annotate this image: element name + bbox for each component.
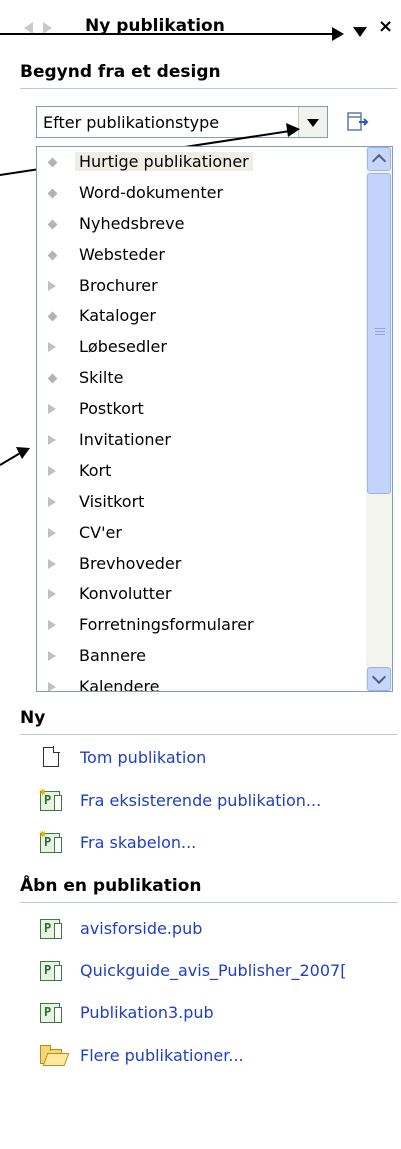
expand-arrow-icon	[48, 435, 56, 446]
list-item-label: Kort	[79, 460, 112, 480]
list-item[interactable]: Kort	[37, 456, 367, 487]
bullet-dot-icon	[47, 219, 58, 230]
list-item-label: CV'er	[79, 522, 122, 542]
scroll-down-button[interactable]	[367, 667, 391, 691]
bullet-dot-icon	[47, 312, 58, 322]
task-link-label: Flere publikationer...	[80, 1046, 244, 1065]
close-icon[interactable]: ×	[378, 16, 393, 37]
task-link-label: Quickguide_avis_Publisher_2007[	[80, 961, 347, 980]
scroll-thumb[interactable]	[367, 173, 391, 494]
expand-arrow-icon	[48, 651, 56, 662]
list-items: Hurtige publikationer Word-dokumenter Nyhe…	[37, 147, 367, 692]
list-item-label: Konvolutter	[79, 584, 172, 604]
expand-arrow-icon	[48, 589, 56, 600]
bullet-dot-icon	[47, 373, 58, 384]
list-item[interactable]: Visitkort	[37, 487, 367, 518]
grip-line	[375, 328, 385, 329]
list-item-label: Postkort	[79, 399, 144, 419]
list-item[interactable]: Websteder	[37, 240, 367, 271]
publisher-file-icon: P	[40, 960, 62, 982]
chevron-down-icon	[371, 669, 387, 685]
list-item[interactable]: Brochurer	[37, 271, 367, 302]
expand-arrow-icon	[48, 280, 56, 291]
section-divider	[20, 734, 397, 735]
bullet-dot-icon	[47, 188, 58, 199]
list-item-label: Word-dokumenter	[79, 182, 224, 202]
publication-new-icon: P ✷	[38, 786, 62, 812]
list-item-label: Invitationer	[79, 430, 171, 450]
expand-arrow-icon	[48, 558, 56, 569]
list-item-label: Hurtige publikationer	[75, 152, 253, 171]
expand-arrow-icon	[48, 465, 56, 476]
bullet-dot-icon	[47, 157, 58, 168]
list-item-label: Brevhoveder	[79, 553, 182, 573]
expand-arrow-icon	[48, 342, 56, 353]
list-item[interactable]: Kataloger	[37, 301, 367, 332]
list-item[interactable]: Invitationer	[37, 425, 367, 456]
list-item-label: Nyhedsbreve	[79, 213, 185, 233]
list-item-label: Kataloger	[79, 306, 156, 326]
task-link-label: Publikation3.pub	[80, 1003, 214, 1022]
new-publication-task-pane: Ny publikation × Begynd fra et design Ef…	[0, 0, 401, 1149]
list-item[interactable]: Løbesedler	[37, 332, 367, 363]
publisher-file-icon: P	[40, 918, 62, 940]
grip-line	[375, 334, 385, 335]
task-pane-titlebar: Ny publikation ×	[0, 14, 401, 42]
publication-type-list[interactable]: Hurtige publikationer Word-dokumenter Nyhe…	[36, 146, 393, 692]
annotation-arrowhead	[332, 27, 344, 41]
expand-arrow-icon	[48, 682, 56, 691]
list-item-label: Bannere	[79, 646, 146, 666]
expand-arrow-icon	[48, 620, 56, 631]
open-folder-icon	[40, 1045, 62, 1067]
list-item[interactable]: Kalendere	[37, 672, 367, 692]
task-link-label: avisforside.pub	[80, 919, 203, 938]
open-section-heading: Åbn en publikation	[20, 876, 202, 896]
annotation-arrow-line	[0, 33, 338, 35]
list-item-label: Løbesedler	[79, 337, 167, 357]
section-divider	[20, 88, 397, 89]
list-item[interactable]: Nyhedsbreve	[37, 209, 367, 240]
publication-new-icon: P ✷	[38, 828, 62, 854]
list-item-label: Brochurer	[79, 275, 158, 295]
vertical-scrollbar[interactable]	[366, 147, 392, 691]
list-item[interactable]: Bannere	[37, 641, 367, 672]
publisher-file-icon: P	[40, 1002, 62, 1024]
task-pane-menu-icon[interactable]	[353, 27, 367, 37]
design-section-heading: Begynd fra et design	[20, 62, 221, 82]
bullet-dot-icon	[47, 250, 58, 261]
chevron-up-icon	[371, 153, 387, 169]
task-link-label: Tom publikation	[80, 748, 207, 767]
list-item[interactable]: Word-dokumenter	[37, 178, 367, 209]
list-item-label: Kalendere	[79, 677, 160, 692]
scroll-up-button[interactable]	[367, 147, 391, 171]
list-item-label: Websteder	[79, 244, 165, 264]
list-item[interactable]: CV'er	[37, 518, 367, 549]
list-item-label: Skilte	[79, 368, 124, 388]
task-link-label: Fra eksisterende publikation...	[80, 791, 322, 810]
list-item-label: Visitkort	[79, 491, 145, 511]
blank-document-icon	[40, 746, 62, 769]
task-link-label: Fra skabelon...	[80, 833, 197, 852]
expand-arrow-icon	[48, 527, 56, 538]
list-item-label: Forretningsformularer	[79, 615, 254, 635]
list-item[interactable]: Hurtige publikationer	[37, 147, 367, 178]
expand-arrow-icon	[48, 404, 56, 415]
list-item[interactable]: Forretningsformularer	[37, 610, 367, 641]
list-item[interactable]: Brevhoveder	[37, 549, 367, 580]
pane-options-icon[interactable]	[345, 110, 371, 134]
section-divider	[20, 902, 397, 903]
list-item[interactable]: Konvolutter	[37, 579, 367, 610]
list-item[interactable]: Skilte	[37, 363, 367, 394]
grip-line	[375, 331, 385, 332]
expand-arrow-icon	[48, 496, 56, 507]
new-section-heading: Ny	[20, 708, 46, 728]
list-item[interactable]: Postkort	[37, 394, 367, 425]
